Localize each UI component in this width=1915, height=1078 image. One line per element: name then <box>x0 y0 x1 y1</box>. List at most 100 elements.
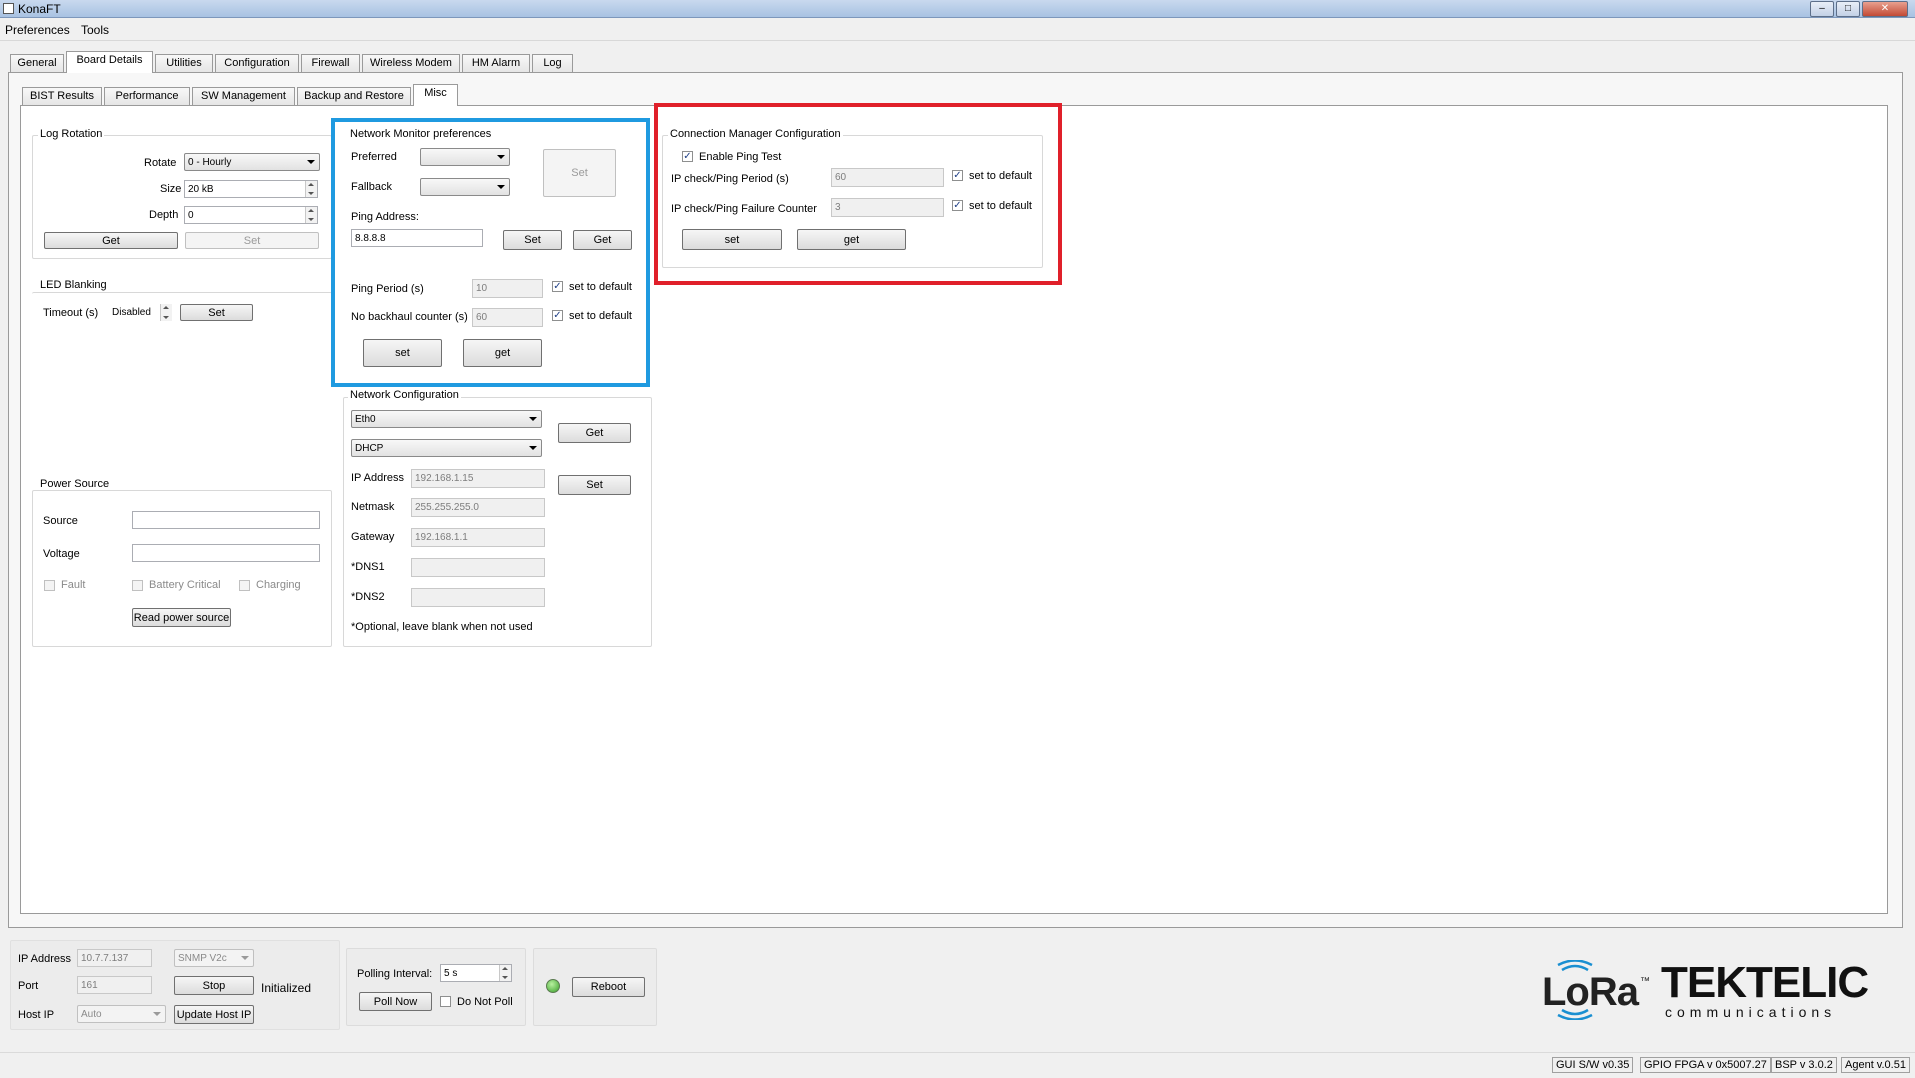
mode-select[interactable]: DHCP <box>351 439 542 457</box>
voltage-label: Voltage <box>43 548 80 560</box>
size-spinbox[interactable]: 20 kB <box>184 180 318 198</box>
polling-group <box>346 948 526 1026</box>
tab-utilities[interactable]: Utilities <box>155 54 213 73</box>
battery-critical-label: Battery Critical <box>149 579 221 591</box>
tab-configuration[interactable]: Configuration <box>215 54 299 73</box>
ping-address-label: Ping Address: <box>351 211 419 223</box>
led-blanking-set-button[interactable]: Set <box>180 304 253 321</box>
tab-log[interactable]: Log <box>532 54 573 73</box>
ping-period-cm-label: IP check/Ping Period (s) <box>671 173 789 185</box>
host-ip-label: Host IP <box>18 1009 55 1021</box>
network-monitor-get-lower-button[interactable]: get <box>463 339 542 367</box>
subtab-backup-restore[interactable]: Backup and Restore <box>297 87 411 106</box>
ping-period-default-label: set to default <box>569 281 632 293</box>
dns1-input[interactable] <box>411 558 545 577</box>
lora-logo: LoRa ™ <box>1540 959 1655 1021</box>
preferred-select[interactable] <box>420 148 510 166</box>
bottom-ip-label: IP Address <box>18 953 71 965</box>
tab-hm-alarm[interactable]: HM Alarm <box>462 54 530 73</box>
dns2-input[interactable] <box>411 588 545 607</box>
netmask-label: Netmask <box>351 501 395 513</box>
tektelic-logo: TEKTELIC <box>1661 958 1869 1007</box>
source-field <box>132 511 320 529</box>
bottom-ip-input[interactable]: 10.7.7.137 <box>77 949 152 967</box>
poll-now-button[interactable]: Poll Now <box>359 992 432 1011</box>
menu-tools[interactable]: Tools <box>81 23 109 37</box>
gateway-input[interactable]: 192.168.1.1 <box>411 528 545 547</box>
fallback-label: Fallback <box>351 181 392 193</box>
network-config-title: Network Configuration <box>348 389 461 401</box>
size-label: Size <box>160 183 182 195</box>
close-button[interactable]: ✕ <box>1862 1 1908 17</box>
charging-label: Charging <box>256 579 301 591</box>
depth-spinbox[interactable]: 0 <box>184 206 318 224</box>
network-config-set-button[interactable]: Set <box>558 475 631 495</box>
ping-address-input[interactable]: 8.8.8.8 <box>351 229 483 247</box>
ip-address-input[interactable]: 192.168.1.15 <box>411 469 545 488</box>
no-backhaul-label: No backhaul counter (s) <box>351 311 468 323</box>
tab-board-details[interactable]: Board Details <box>66 51 153 73</box>
subtab-sw-management[interactable]: SW Management <box>192 87 295 106</box>
gateway-label: Gateway <box>351 531 395 543</box>
ping-period-default-checkbox[interactable]: ✓ <box>552 281 563 292</box>
ping-failure-default-checkbox[interactable]: ✓ <box>952 200 963 211</box>
enable-ping-test-label: Enable Ping Test <box>699 151 782 163</box>
update-host-ip-button[interactable]: Update Host IP <box>174 1005 254 1024</box>
port-input[interactable]: 161 <box>77 976 152 994</box>
ping-failure-default-label: set to default <box>969 200 1032 212</box>
connection-manager-set-button[interactable]: set <box>682 229 782 250</box>
rotate-select[interactable]: 0 - Hourly <box>184 153 320 171</box>
status-agent-version: Agent v.0.51 <box>1841 1057 1910 1073</box>
battery-critical-checkbox[interactable] <box>132 580 143 591</box>
voltage-field <box>132 544 320 562</box>
tab-wireless-modem[interactable]: Wireless Modem <box>362 54 460 73</box>
subtab-bist-results[interactable]: BIST Results <box>22 87 102 106</box>
host-ip-select[interactable]: Auto <box>77 1005 166 1023</box>
lora-logo-text: LoRa <box>1542 970 1639 1014</box>
tab-general[interactable]: General <box>10 54 64 73</box>
subtab-performance[interactable]: Performance <box>104 87 190 106</box>
log-rotation-set-button[interactable]: Set <box>185 232 319 249</box>
stop-button[interactable]: Stop <box>174 976 254 995</box>
status-led-icon <box>546 979 560 993</box>
log-rotation-get-button[interactable]: Get <box>44 232 178 249</box>
depth-label: Depth <box>149 209 179 221</box>
ping-address-get-button[interactable]: Get <box>573 230 632 250</box>
subtab-misc[interactable]: Misc <box>413 84 458 106</box>
ping-period-input[interactable]: 10 <box>472 279 543 298</box>
timeout-spinbox[interactable]: Disabled <box>109 304 172 321</box>
status-bsp-version: BSP v 3.0.2 <box>1771 1057 1837 1073</box>
read-power-source-button[interactable]: Read power source <box>132 608 231 627</box>
snmp-version-select[interactable]: SNMP V2c <box>174 949 254 967</box>
netmask-input[interactable]: 255.255.255.0 <box>411 498 545 517</box>
enable-ping-test-checkbox[interactable]: ✓ <box>682 151 693 162</box>
timeout-label: Timeout (s) <box>43 307 99 319</box>
menu-preferences[interactable]: Preferences <box>5 23 70 37</box>
lora-tm: ™ <box>1640 976 1650 987</box>
connection-manager-get-button[interactable]: get <box>797 229 906 250</box>
no-backhaul-default-label: set to default <box>569 310 632 322</box>
network-monitor-set-button[interactable]: Set <box>543 149 616 197</box>
connection-status: Initialized <box>261 981 312 995</box>
do-not-poll-checkbox[interactable] <box>440 996 451 1007</box>
interface-select[interactable]: Eth0 <box>351 410 542 428</box>
polling-interval-spinbox[interactable]: 5 s <box>440 964 512 982</box>
charging-checkbox[interactable] <box>239 580 250 591</box>
ping-failure-input[interactable]: 3 <box>831 198 944 217</box>
tab-firewall[interactable]: Firewall <box>301 54 360 73</box>
reboot-button[interactable]: Reboot <box>572 977 645 997</box>
maximize-button[interactable]: □ <box>1836 1 1860 17</box>
network-config-get-button[interactable]: Get <box>558 423 631 443</box>
title-bar: KonaFT – □ ✕ <box>0 0 1915 18</box>
network-monitor-set-lower-button[interactable]: set <box>363 339 442 367</box>
no-backhaul-default-checkbox[interactable]: ✓ <box>552 310 563 321</box>
power-source-title: Power Source <box>38 478 112 490</box>
fallback-select[interactable] <box>420 178 510 196</box>
no-backhaul-input[interactable]: 60 <box>472 308 543 327</box>
minimize-button[interactable]: – <box>1810 1 1834 17</box>
fault-checkbox[interactable] <box>44 580 55 591</box>
ping-period-cm-default-checkbox[interactable]: ✓ <box>952 170 963 181</box>
connection-manager-title: Connection Manager Configuration <box>668 128 843 140</box>
ping-address-set-button[interactable]: Set <box>503 230 562 250</box>
ping-period-cm-input[interactable]: 60 <box>831 168 944 187</box>
